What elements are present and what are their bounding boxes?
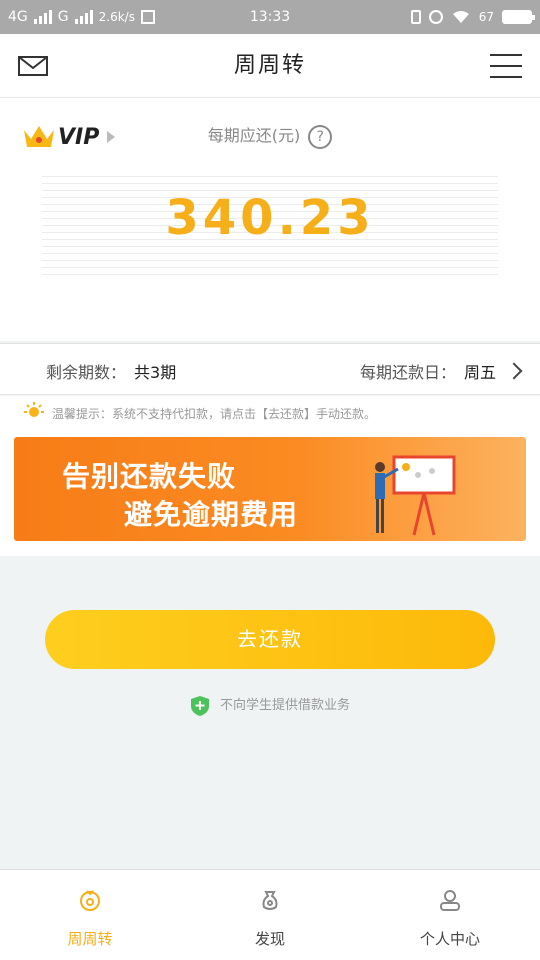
tab-profile[interactable]: 个人中心 [360,870,540,960]
tab-discover-label: 发现 [254,930,285,948]
banner-line2: 避免逾期费用 [124,498,299,531]
vibrate-icon [410,10,421,24]
wifi-icon [452,11,469,23]
repay-button[interactable]: 去还款 [45,610,495,669]
battery-percent: 67 [478,10,494,24]
payment-amount: 340.23 [165,190,375,246]
battery-icon [502,10,535,24]
tab-profile-label: 个人中心 [419,930,480,948]
help-icon[interactable]: ? [308,124,333,149]
tab-home-label: 周周转 [67,930,113,948]
alarm-icon [428,10,443,24]
page-title: 周周转 [233,53,306,78]
repayment-card: VIP 每期应还(元)? 340.23 [0,98,540,341]
tip-text: 温馨提示：系统不支持代扣款，请点击【去还款】手动还款。 [52,407,377,421]
lightbulb-icon [24,402,44,417]
wallet-icon [80,890,100,911]
remaining-periods: 剩余期数： 共3期 [46,359,176,383]
menu-icon[interactable] [490,54,522,78]
tip-row: 温馨提示：系统不支持代扣款，请点击【去还款】手动还款。 [0,396,540,432]
network-speed: 2.6k/s [98,10,135,24]
status-bar: 4G G 2.6k/s 13:33 67 [0,0,540,34]
tab-home[interactable]: 周周转 [0,870,180,960]
banner-area: 告别还款失败 避免逾期费用 [0,432,540,556]
promo-banner[interactable]: 告别还款失败 避免逾期费用 [14,437,526,541]
bottom-tab-bar: 周周转 发现 个人中心 [0,869,540,960]
status-left: 4G G 2.6k/s [8,9,155,25]
per-period-label-row: 每期应还(元)? [0,122,540,149]
due-day-label: 每期还款日： [359,363,456,382]
screenshot-icon [140,10,155,24]
signal-icon [33,10,52,24]
user-icon [440,890,460,911]
tab-discover[interactable]: 发现 [180,870,360,960]
due-day-selector[interactable]: 每期还款日： 周五 [359,359,523,383]
remaining-value: 共3期 [134,363,177,382]
network-4g-label: 4G [8,9,28,25]
chevron-right-icon [505,362,523,380]
per-period-label: 每期应还(元) [207,126,301,145]
banner-line1: 告别还款失败 [62,460,237,493]
presentation-illustration [375,455,456,536]
shield-icon [190,695,209,716]
remaining-label: 剩余期数： [46,363,127,382]
signal-icon-2 [74,10,93,24]
status-right: 67 [410,10,535,24]
student-notice: 不向学生提供借款业务 [0,694,540,717]
discover-icon [262,891,278,910]
due-day-value: 周五 [463,363,496,382]
notice-text: 不向学生提供借款业务 [219,698,350,713]
network-g-label: G [57,9,69,25]
app-header: 周周转 [0,34,540,98]
period-info-row: 剩余期数： 共3期 每期还款日： 周五 [0,343,540,395]
